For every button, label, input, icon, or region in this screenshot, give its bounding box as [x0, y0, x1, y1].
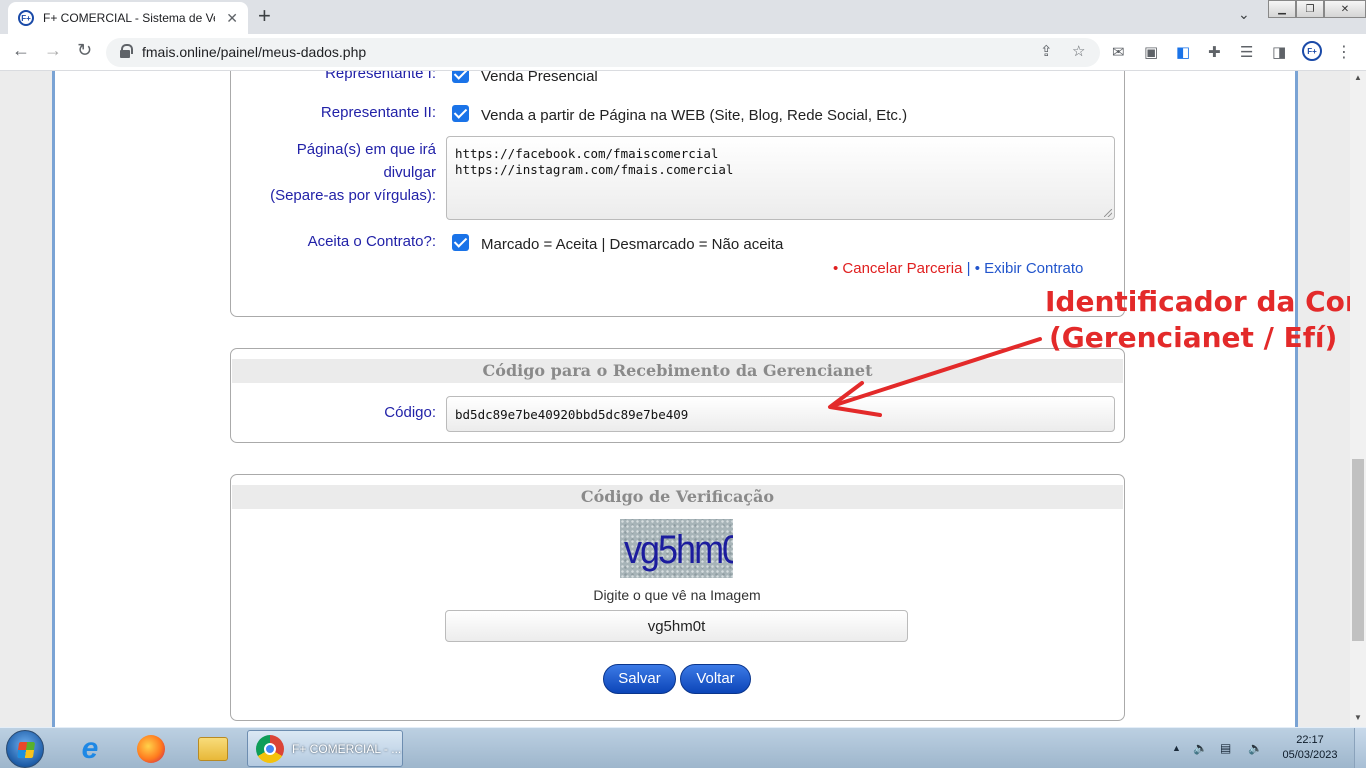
- chrome-task-label: F+ COMERCIAL - ...: [292, 741, 402, 756]
- network-tray-icon[interactable]: ▤: [1220, 741, 1231, 755]
- browser-tab[interactable]: F+ F+ COMERCIAL - Sistema de Ven ✕: [8, 2, 248, 34]
- clock-time: 22:17: [1296, 734, 1324, 746]
- chrome-task-button[interactable]: F+ COMERCIAL - ...: [247, 730, 403, 767]
- new-tab-icon[interactable]: +: [258, 4, 271, 28]
- taskbar-clock[interactable]: 22:17 05/03/2023: [1280, 733, 1340, 763]
- window-controls: ▁ ❐ ✕: [1268, 0, 1366, 18]
- lock-icon[interactable]: [120, 44, 133, 58]
- profile-avatar-icon[interactable]: F+: [1302, 41, 1322, 61]
- extension-icon[interactable]: ◧: [1176, 43, 1190, 61]
- url-text[interactable]: fmais.online/painel/meus-dados.php: [142, 44, 366, 60]
- tab-bar: F+ F+ COMERCIAL - Sistema de Ven ✕ + ⌄ ▁…: [0, 0, 1366, 34]
- file-explorer-icon[interactable]: [195, 732, 231, 766]
- reload-icon[interactable]: ↻: [77, 40, 92, 61]
- mail-icon[interactable]: ✉: [1112, 43, 1125, 61]
- bookmark-star-icon[interactable]: ☆: [1072, 42, 1085, 60]
- tray-expand-icon[interactable]: ▲: [1172, 743, 1181, 753]
- windows-taskbar: e F+ COMERCIAL - ... ▲ 🔈 ▤ 🔉 22:17 05/03…: [0, 727, 1366, 768]
- restore-icon[interactable]: ❐: [1296, 0, 1324, 18]
- scroll-thumb[interactable]: [1352, 459, 1364, 641]
- media-list-icon[interactable]: ☰: [1240, 43, 1253, 61]
- show-desktop-button[interactable]: [1354, 728, 1366, 768]
- firefox-icon[interactable]: [133, 732, 169, 766]
- forward-arrow-icon[interactable]: →: [44, 40, 62, 61]
- tab-search-icon[interactable]: ⌄: [1238, 6, 1250, 23]
- scroll-up-icon[interactable]: ▲: [1354, 73, 1362, 82]
- chrome-icon: [256, 734, 284, 763]
- scroll-down-icon[interactable]: ▼: [1354, 713, 1362, 722]
- volume-tray-icon[interactable]: 🔈: [1193, 741, 1208, 755]
- favicon-icon: F+: [18, 10, 34, 26]
- back-arrow-icon[interactable]: ←: [12, 40, 30, 61]
- speaker-tray-icon[interactable]: 🔉: [1248, 741, 1263, 755]
- annotation-arrow-icon: [828, 337, 1042, 417]
- clock-date: 05/03/2023: [1282, 749, 1338, 761]
- address-bar[interactable]: fmais.online/painel/meus-dados.php ⇪ ☆: [106, 38, 1100, 67]
- kebab-menu-icon[interactable]: ⋮: [1336, 42, 1352, 62]
- page-scrollbar[interactable]: ▲ ▼: [1350, 71, 1366, 727]
- minimize-icon[interactable]: ▁: [1268, 0, 1296, 18]
- close-tab-icon[interactable]: ✕: [226, 10, 238, 27]
- page-viewport: Representante I: Venda Presencial Repres…: [0, 71, 1366, 727]
- tab-title: F+ COMERCIAL - Sistema de Ven: [43, 11, 215, 25]
- start-button[interactable]: [6, 730, 44, 768]
- windows-flag-icon: [16, 742, 36, 758]
- close-window-icon[interactable]: ✕: [1324, 0, 1366, 18]
- browser-toolbar: ← → ↻ fmais.online/painel/meus-dados.php…: [0, 34, 1366, 71]
- puzzle-icon[interactable]: ✚: [1208, 43, 1221, 61]
- side-panel-icon[interactable]: ◨: [1272, 43, 1286, 61]
- camera-icon[interactable]: ▣: [1144, 43, 1158, 61]
- share-icon[interactable]: ⇪: [1040, 42, 1053, 60]
- internet-explorer-icon[interactable]: e: [72, 732, 108, 766]
